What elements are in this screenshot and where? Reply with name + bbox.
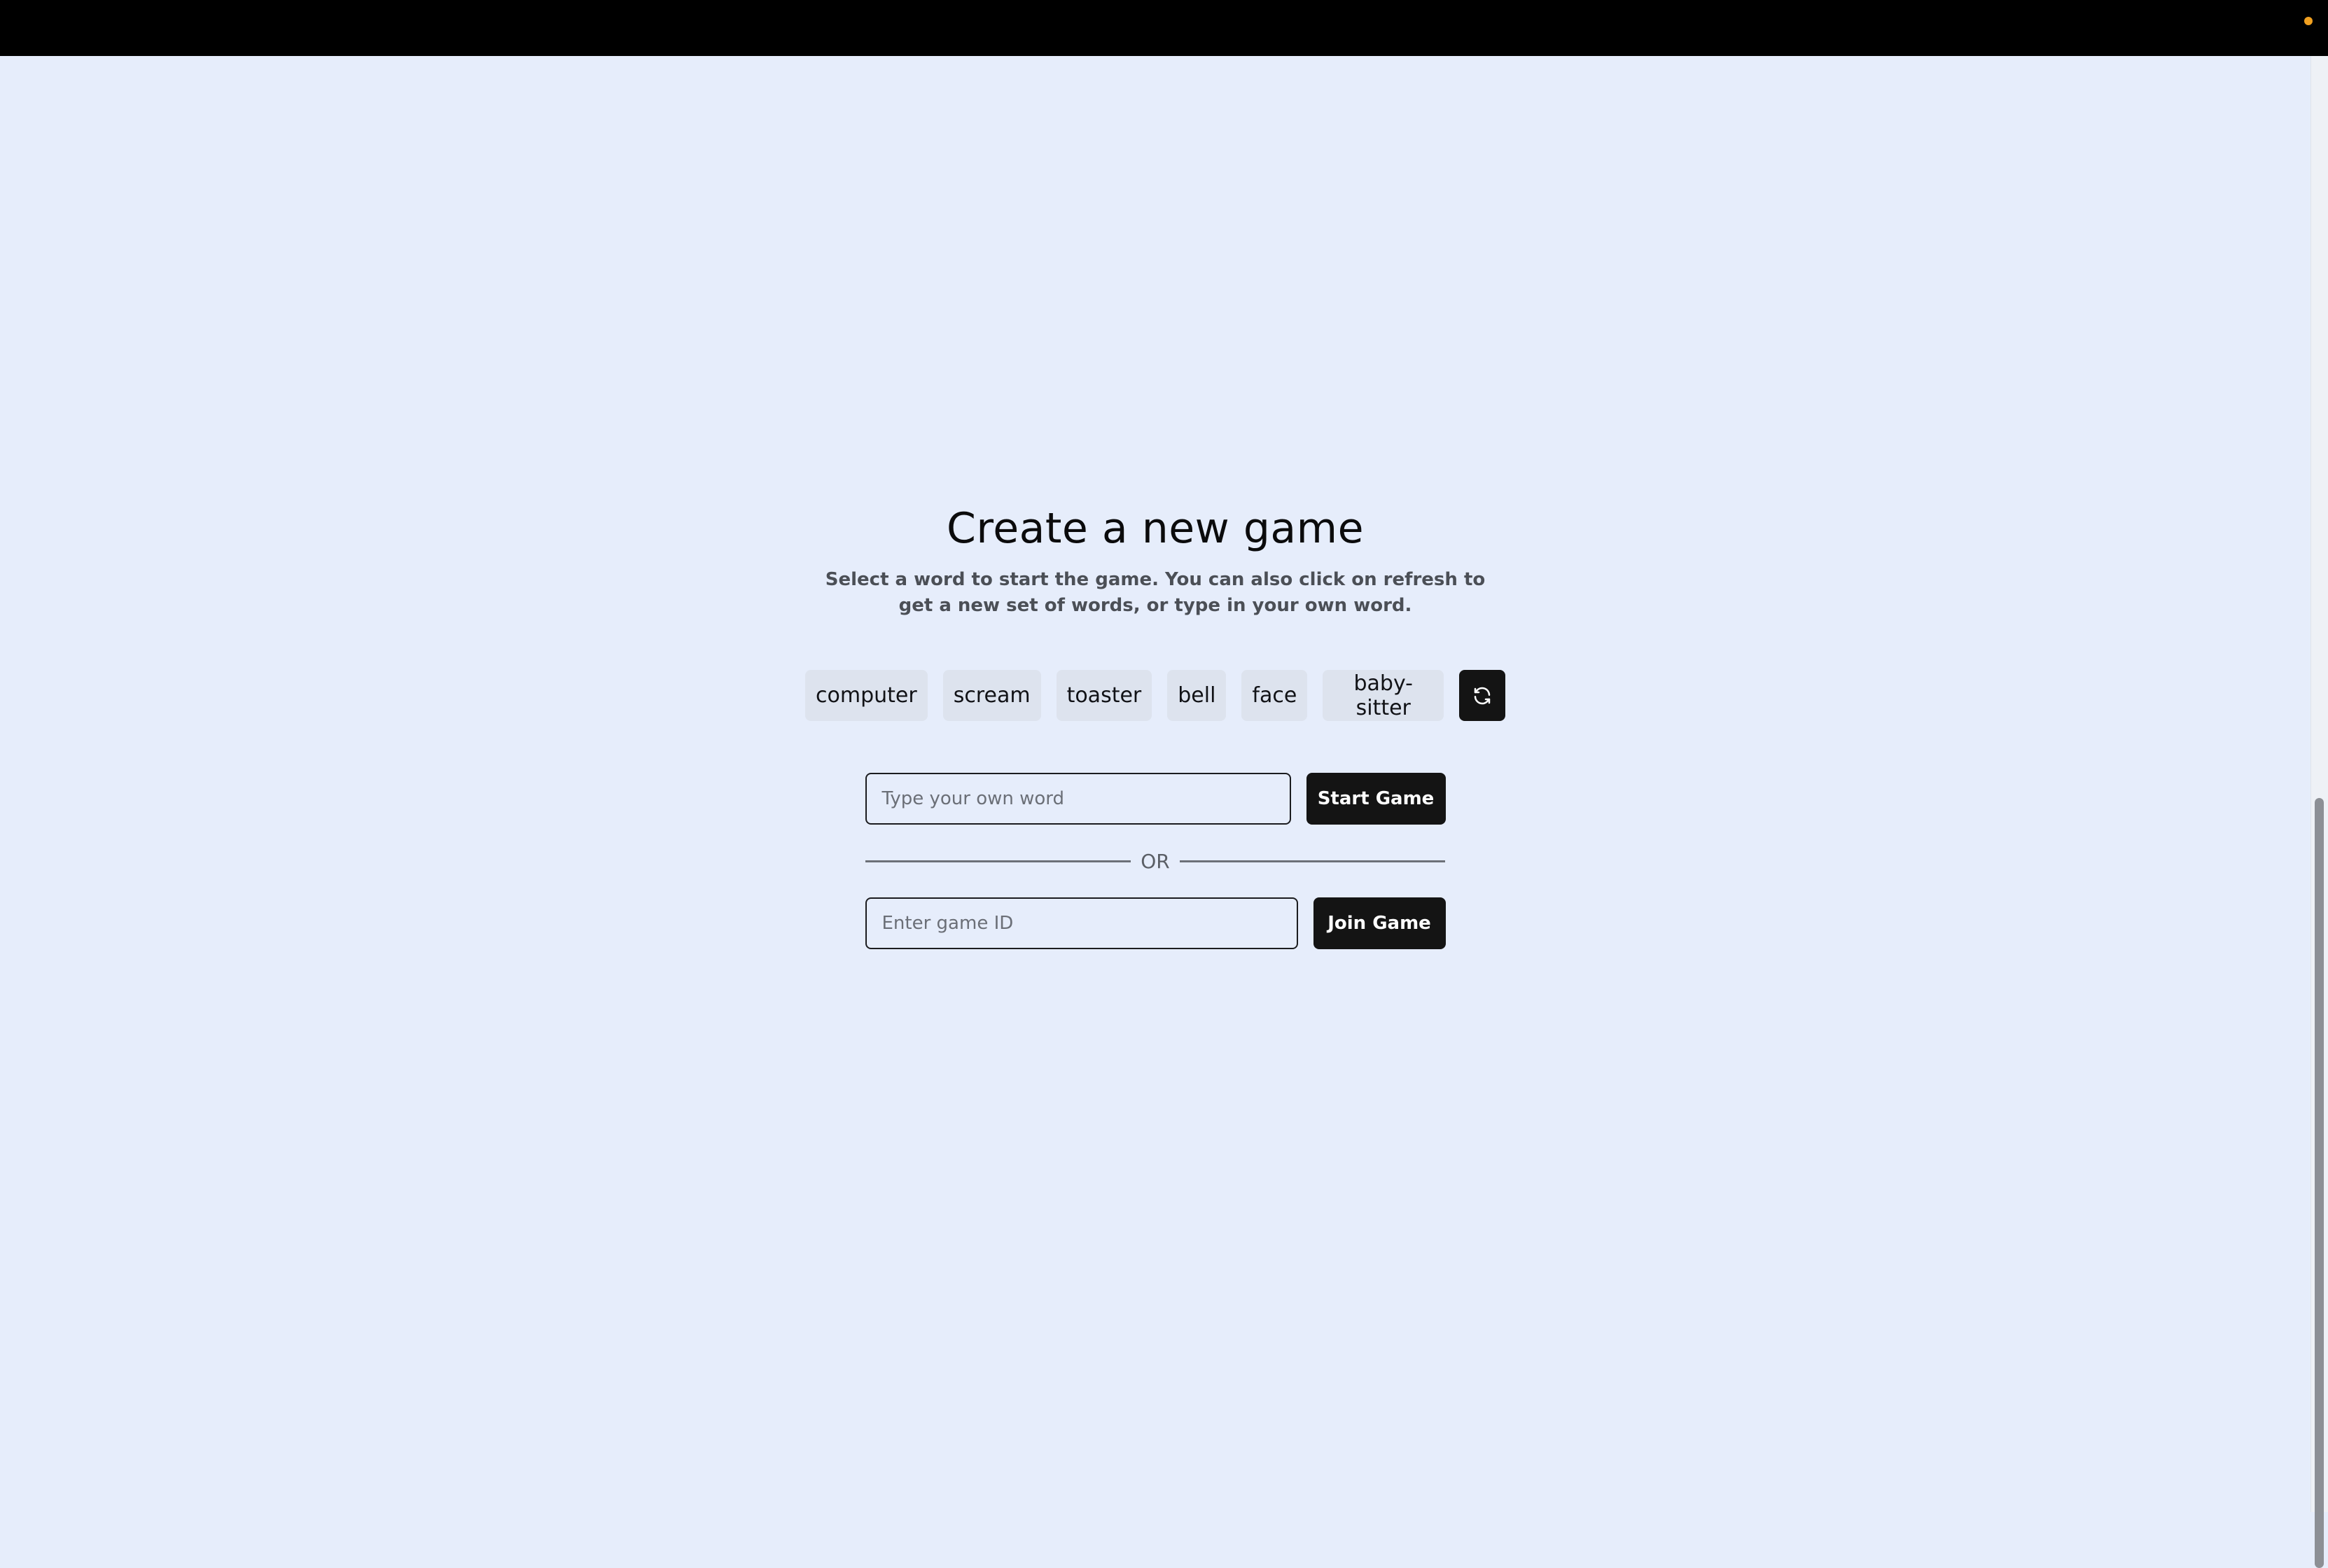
word-option-bell[interactable]: bell [1167,670,1227,721]
or-label: OR [1141,849,1170,873]
scrollbar-thumb[interactable] [2315,798,2324,1568]
refresh-button[interactable] [1459,670,1505,721]
start-game-button[interactable]: Start Game [1306,773,1446,825]
status-dot-icon [2304,17,2313,25]
word-option-computer[interactable]: computer [805,670,928,721]
word-option-face[interactable]: face [1241,670,1308,721]
refresh-icon [1474,687,1491,704]
game-id-input[interactable]: Enter game ID [865,897,1298,949]
create-game-panel: Create a new game Select a word to start… [805,490,1505,949]
scrollbar[interactable] [2310,56,2328,1568]
join-game-row: Enter game ID Join Game [805,897,1505,949]
divider-line-right [1179,860,1445,862]
word-option-baby-sitter[interactable]: baby-sitter [1323,670,1444,721]
custom-word-row: Type your own word Start Game [805,773,1505,825]
word-options: computer scream toaster bell face baby-s… [805,670,1505,721]
top-bar [0,0,2328,56]
or-divider: OR [865,825,1445,897]
join-game-button[interactable]: Join Game [1313,897,1446,949]
custom-word-input[interactable]: Type your own word [865,773,1291,825]
divider-line-left [865,860,1131,862]
word-option-toaster[interactable]: toaster [1056,670,1152,721]
page-subtitle: Select a word to start the game. You can… [825,569,1486,616]
word-option-scream[interactable]: scream [942,670,1041,721]
page-title: Create a new game [946,504,1365,553]
main-content: Create a new game Select a word to start… [0,56,2310,1512]
